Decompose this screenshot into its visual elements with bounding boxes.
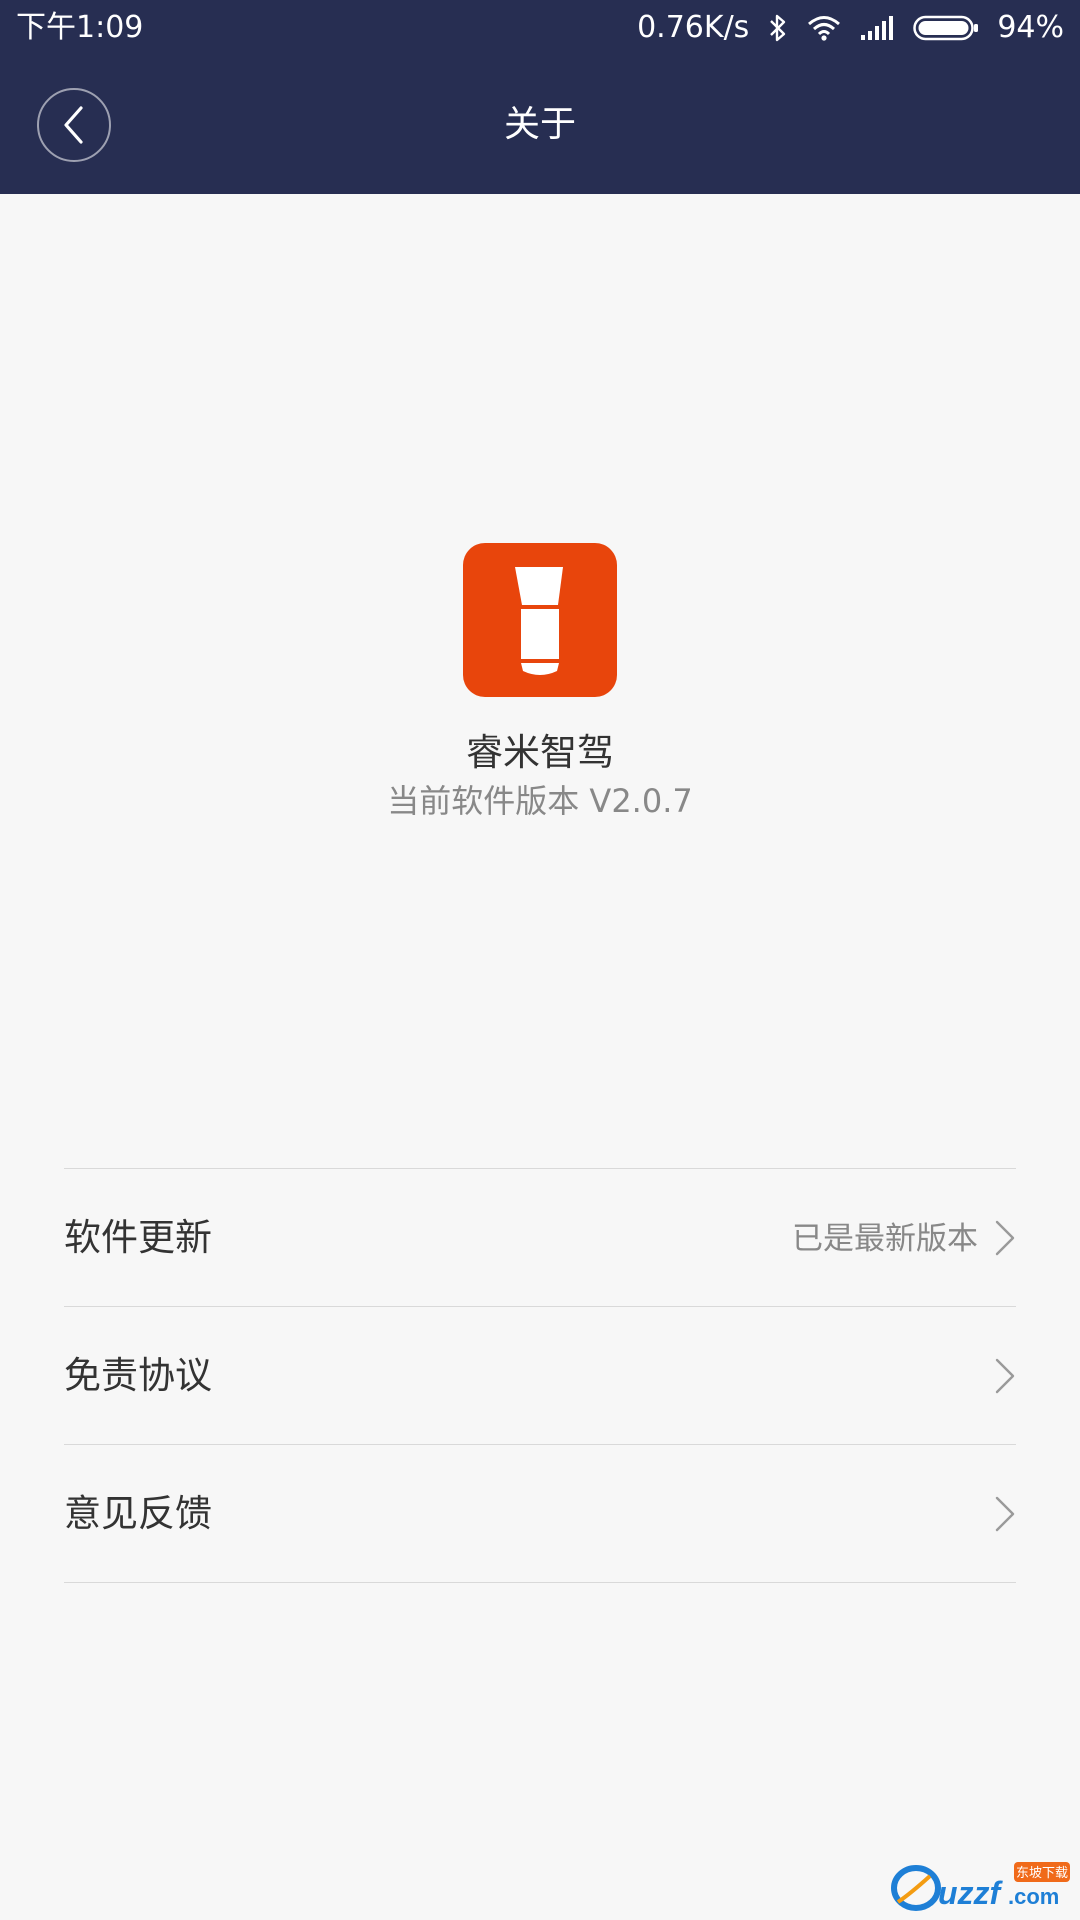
menu-item-label: 意见反馈 [64, 1492, 212, 1535]
menu-item-label: 软件更新 [64, 1216, 212, 1259]
menu-item-software-update[interactable]: 软件更新 已是最新版本 [64, 1169, 1016, 1307]
svg-text:uzzf: uzzf [938, 1875, 1004, 1911]
signal-icon [859, 15, 895, 41]
battery-percent: 94% [997, 10, 1064, 45]
car-charger-icon [515, 567, 563, 675]
menu-item-label: 免责协议 [64, 1354, 212, 1397]
chevron-right-icon [995, 1220, 1015, 1256]
wifi-icon [807, 14, 841, 42]
app-logo [463, 543, 617, 697]
status-time: 下午1:09 [16, 10, 144, 45]
settings-menu: 软件更新 已是最新版本 免责协议 意见反馈 [64, 1168, 1016, 1583]
status-icons: 0.76K/s 94% [637, 8, 1064, 48]
svg-text:东坡下载: 东坡下载 [1016, 1866, 1068, 1881]
menu-item-disclaimer[interactable]: 免责协议 [64, 1307, 1016, 1445]
status-bar: 下午1:09 0.76K/s 94% [0, 0, 1080, 58]
bluetooth-icon [767, 13, 789, 43]
battery-icon [913, 14, 979, 42]
title-bar: 关于 [0, 58, 1080, 194]
update-status: 已是最新版本 [792, 1221, 978, 1257]
page-title: 关于 [503, 104, 576, 145]
watermark-logo: uzzf .com 东坡下载 [890, 1858, 1074, 1912]
menu-item-feedback[interactable]: 意见反馈 [64, 1445, 1016, 1583]
network-speed: 0.76K/s [637, 10, 750, 45]
svg-text:.com: .com [1008, 1884, 1059, 1909]
chevron-right-icon [995, 1358, 1015, 1394]
app-version: 当前软件版本 V2.0.7 [387, 782, 693, 820]
chevron-right-icon [995, 1496, 1015, 1532]
app-name: 睿米智驾 [466, 731, 614, 774]
